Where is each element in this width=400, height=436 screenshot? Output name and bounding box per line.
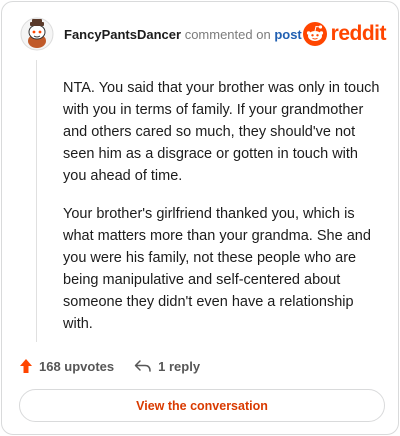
reddit-wordmark: reddit (330, 22, 387, 45)
thread-line (36, 60, 37, 342)
upvote-count: 168 upvotes (39, 358, 115, 374)
reddit-snoo-icon (302, 22, 327, 46)
reply-count: 1 reply (158, 358, 201, 374)
comment-actions: 168 upvotes 1 reply (19, 356, 200, 376)
embedded-comment-card: FancyPantsDancer commented on post reddi… (1, 1, 399, 435)
post-link[interactable]: post (274, 27, 301, 42)
comment-paragraph: Your brother's girlfriend thanked you, w… (63, 206, 371, 332)
comment-body: NTA. You said that your brother was only… (63, 77, 381, 351)
comment-header: FancyPantsDancer commented on post reddi… (20, 16, 387, 56)
comment-paragraph: NTA. You said that your brother was only… (63, 80, 380, 184)
commented-on-text: commented on (184, 27, 271, 42)
username-link[interactable]: FancyPantsDancer (64, 27, 181, 42)
view-conversation-button[interactable]: View the conversation (19, 389, 385, 422)
upvote-arrow-icon (20, 359, 32, 373)
commenter-line: FancyPantsDancer commented on post (64, 27, 302, 43)
reply-arrow-icon (134, 360, 151, 372)
reply-button[interactable]: 1 reply (134, 359, 200, 374)
upvote-button[interactable]: 168 upvotes (19, 358, 114, 374)
reddit-brand[interactable]: reddit (302, 22, 387, 46)
user-avatar[interactable] (20, 17, 54, 51)
